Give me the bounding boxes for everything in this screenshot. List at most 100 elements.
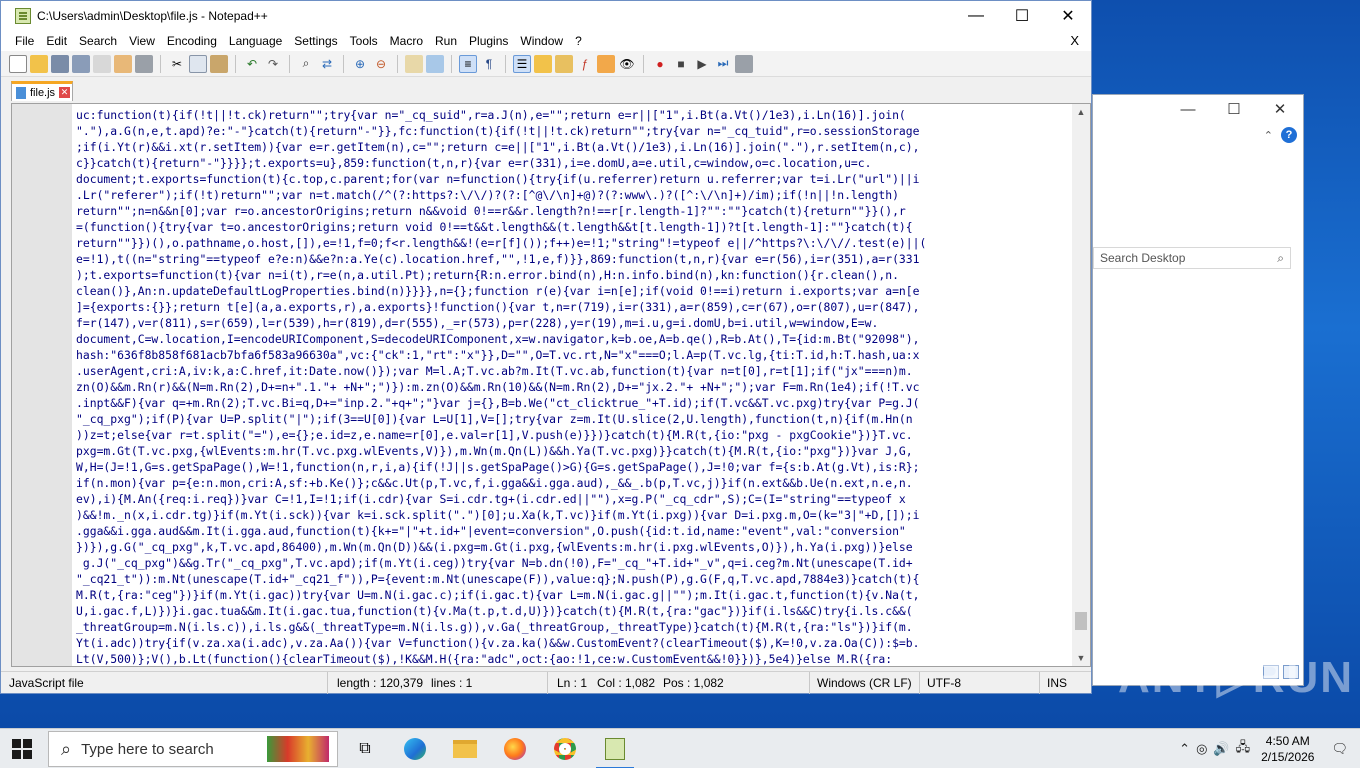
code-line[interactable]: )&&!m._n(x,i.cdr.tg)}if(m.Yt(i.sck)){var… <box>76 507 1068 523</box>
code-line[interactable]: return"";n=n&&n[0];var r=o.ancestorOrigi… <box>76 203 1068 219</box>
word-wrap-icon[interactable]: ≡ <box>459 54 477 73</box>
explorer-close-button[interactable]: ✕ <box>1257 95 1303 123</box>
save-all-icon[interactable] <box>72 54 90 73</box>
menu-search[interactable]: Search <box>73 34 123 48</box>
menu-window[interactable]: Window <box>514 34 569 48</box>
function-list-icon[interactable]: ƒ <box>576 55 594 73</box>
windows-start-icon[interactable] <box>12 739 32 759</box>
cut-icon[interactable]: ✂ <box>168 55 186 73</box>
code-line[interactable]: hash:"636f8b858f681acb7bfa6f583a96630a",… <box>76 347 1068 363</box>
code-line[interactable]: .gga&&i.gga.aud&&m.It(i.gga.aud,function… <box>76 523 1068 539</box>
maximize-button[interactable]: ☐ <box>999 1 1045 31</box>
code-line[interactable]: ev),i){M.An({req:i.req})}var C=!1,I=!1;i… <box>76 491 1068 507</box>
code-line[interactable]: .Lr("referer");if(!t)return"";var n=t.ma… <box>76 187 1068 203</box>
save-macro-icon[interactable] <box>735 54 753 73</box>
code-line[interactable]: clean()},An:n.updateDefaultLogProperties… <box>76 283 1068 299</box>
code-line[interactable]: })}),g.G("_cq_pxg",k,T.vc.apd,86400),m.W… <box>76 539 1068 555</box>
scroll-up-icon[interactable]: ▲ <box>1072 104 1090 120</box>
menu-view[interactable]: View <box>123 34 161 48</box>
file-explorer-window[interactable]: — ☐ ✕ ⌃ ? Search Desktop ⌕ <box>1092 94 1304 686</box>
undo-icon[interactable]: ↶ <box>243 55 261 73</box>
find-icon[interactable]: ⌕ <box>297 55 315 73</box>
taskbar-search-box[interactable]: ⌕ Type here to search <box>48 731 338 767</box>
code-line[interactable]: c}}catch(t){return"-"}}}};t.exports=u},8… <box>76 155 1068 171</box>
code-line[interactable]: ;if(i.Yt(r)&&i.xt(r.setItem)){var e=r.ge… <box>76 139 1068 155</box>
code-line[interactable]: ))z=t;else{var r=t.split("="),e={};e.id=… <box>76 427 1068 443</box>
code-line[interactable]: uc:function(t){if(!t||!t.ck)return"";try… <box>76 107 1068 123</box>
code-line[interactable]: );t.exports=function(t){var n=i(t),r=e(n… <box>76 267 1068 283</box>
minimize-button[interactable]: — <box>953 1 999 31</box>
close-all-icon[interactable] <box>114 54 132 73</box>
close-file-icon[interactable] <box>93 54 111 73</box>
code-line[interactable]: ]={exports:{}};return t[e](a,a.exports,r… <box>76 299 1068 315</box>
edge-icon[interactable] <box>390 729 440 768</box>
redo-icon[interactable]: ↷ <box>264 55 282 73</box>
scroll-down-icon[interactable]: ▼ <box>1072 650 1090 666</box>
tab-close-icon[interactable]: ✕ <box>59 87 71 98</box>
record-macro-icon[interactable]: ● <box>651 55 669 73</box>
menu-settings[interactable]: Settings <box>288 34 343 48</box>
doc-map-icon[interactable] <box>555 54 573 73</box>
clock[interactable]: 4:50 AM 2/15/2026 <box>1261 733 1314 765</box>
menu-language[interactable]: Language <box>223 34 288 48</box>
title-bar[interactable]: C:\Users\admin\Desktop\file.js - Notepad… <box>1 1 1091 31</box>
scrollbar-thumb[interactable] <box>1075 612 1087 630</box>
menu-file[interactable]: File <box>9 34 40 48</box>
code-line[interactable]: _threatGroup=m.N(i.ls.c)),i.ls.g&&(_thre… <box>76 619 1068 635</box>
menu-edit[interactable]: Edit <box>40 34 73 48</box>
code-line[interactable]: "_cq21_t")):m.Nt(unescape(T.id+"_cq21_f"… <box>76 571 1068 587</box>
chrome-icon[interactable] <box>540 729 590 768</box>
folder-workspace-icon[interactable] <box>597 54 615 73</box>
chevron-up-icon[interactable]: ⌃ <box>1264 129 1273 142</box>
explorer-maximize-button[interactable]: ☐ <box>1211 95 1257 123</box>
code-line[interactable]: document;t.exports=function(t){c.top,c.p… <box>76 171 1068 187</box>
firefox-icon[interactable] <box>490 729 540 768</box>
show-all-chars-icon[interactable]: ¶ <box>480 55 498 73</box>
code-editor[interactable]: uc:function(t){if(!t||!t.ck)return"";try… <box>11 103 1091 667</box>
code-line[interactable]: Lt(V,500)};V(),b.Lt(function(){clearTime… <box>76 651 1068 665</box>
code-line[interactable]: .userAgent,cri:A,iv:k,a:C.href,it:Date.n… <box>76 363 1068 379</box>
print-icon[interactable] <box>135 54 153 73</box>
run-macro-multiple-icon[interactable]: ⏭ <box>714 55 732 73</box>
code-line[interactable]: Yt(i.adc))try{if(v.za.xa(i.adc),v.za.Aa(… <box>76 635 1068 651</box>
code-line[interactable]: .inpt&&F){var q=+m.Rn(2);T.vc.Bi=q,D+="i… <box>76 395 1068 411</box>
indent-guide-icon[interactable]: ☰ <box>513 54 531 73</box>
code-line[interactable]: M.R(t,{ra:"ceg"})}if(m.Yt(i.gac))try{var… <box>76 587 1068 603</box>
notifications-icon[interactable]: 🗨 <box>1331 741 1348 757</box>
network-icon[interactable]: 🖧 <box>1236 738 1251 760</box>
menu-tools[interactable]: Tools <box>344 34 384 48</box>
open-file-icon[interactable] <box>30 54 48 73</box>
code-line[interactable]: U,i.gac.f,L)})}i.gac.tua&&m.It(i.gac.tua… <box>76 603 1068 619</box>
code-line[interactable]: "_cq_pxg");if(P){var U=P.split("|");if(3… <box>76 411 1068 427</box>
paste-icon[interactable] <box>210 54 228 73</box>
file-explorer-icon[interactable] <box>440 729 490 768</box>
close-document-button[interactable]: X <box>1064 33 1085 48</box>
menu-macro[interactable]: Macro <box>384 34 429 48</box>
code-line[interactable]: e=!1),t((n="string"==typeof e?e:n)&&e?n:… <box>76 251 1068 267</box>
menu-run[interactable]: Run <box>429 34 463 48</box>
explorer-search-input[interactable]: Search Desktop ⌕ <box>1093 247 1291 269</box>
copy-icon[interactable] <box>189 54 207 73</box>
meet-now-icon[interactable]: ◎ <box>1196 741 1207 757</box>
code-line[interactable]: if(n.mon){var p={e:n.mon,cri:A,sf:+b.Ke(… <box>76 475 1068 491</box>
stop-macro-icon[interactable]: ■ <box>672 55 690 73</box>
replace-icon[interactable]: ⇄ <box>318 55 336 73</box>
code-line[interactable]: f=r(147),v=r(811),s=r(659),l=r(539),h=r(… <box>76 315 1068 331</box>
code-text[interactable]: uc:function(t){if(!t||!t.ck)return"";try… <box>76 107 1068 665</box>
task-view-icon[interactable]: ⧉ <box>340 729 390 768</box>
code-line[interactable]: W,H=(J=!1,G=s.getSpaPage(),W=!1,function… <box>76 459 1068 475</box>
code-line[interactable]: document,C=w.location,I=encodeURICompone… <box>76 331 1068 347</box>
new-file-icon[interactable] <box>9 54 27 73</box>
code-line[interactable]: pxg=m.Gt(T.vc.pxg,{wlEvents:m.hr(T.vc.px… <box>76 443 1068 459</box>
tab-file-js[interactable]: file.js ✕ <box>11 81 73 101</box>
vertical-scrollbar[interactable]: ▲ ▼ <box>1072 104 1090 666</box>
sync-horizontal-icon[interactable] <box>426 54 444 73</box>
menu-plugins[interactable]: Plugins <box>463 34 514 48</box>
zoom-out-icon[interactable]: ⊖ <box>372 55 390 73</box>
close-button[interactable]: ✕ <box>1045 1 1091 31</box>
save-icon[interactable] <box>51 54 69 73</box>
code-line[interactable]: return""}})(),o.pathname,o.host,[]),e=!1… <box>76 235 1068 251</box>
code-line[interactable]: zn(O)&&m.Rn(r)&&(N=m.Rn(2),D+=n+".1."+ +… <box>76 379 1068 395</box>
zoom-in-icon[interactable]: ⊕ <box>351 55 369 73</box>
play-macro-icon[interactable]: ▶ <box>693 55 711 73</box>
